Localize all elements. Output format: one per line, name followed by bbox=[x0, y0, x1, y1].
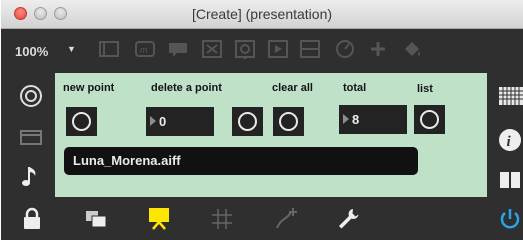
total-value: 8 bbox=[352, 112, 360, 127]
zoom-level[interactable]: 100% bbox=[15, 44, 48, 59]
bottom-toolbar bbox=[1, 197, 523, 240]
total-label: total bbox=[343, 82, 367, 94]
paint-bucket-icon[interactable] bbox=[401, 39, 423, 59]
message-box-icon[interactable]: m bbox=[134, 39, 156, 59]
dial-icon[interactable] bbox=[334, 39, 356, 59]
windows-icon[interactable] bbox=[83, 206, 109, 232]
number-arrow-icon bbox=[343, 114, 349, 124]
music-note-icon[interactable] bbox=[18, 163, 44, 189]
layout-icon[interactable] bbox=[18, 124, 44, 150]
grid-icon[interactable] bbox=[497, 83, 523, 109]
clear-all-label: clear all bbox=[272, 82, 313, 94]
new-point-button[interactable] bbox=[66, 107, 97, 136]
svg-text:m: m bbox=[140, 45, 148, 55]
clear-all-button[interactable] bbox=[273, 107, 304, 136]
button-icon[interactable] bbox=[234, 39, 256, 59]
delete-point-number[interactable]: 0 bbox=[146, 107, 214, 136]
delete-point-value: 0 bbox=[159, 114, 167, 129]
list-button[interactable] bbox=[414, 105, 445, 134]
add-icon[interactable] bbox=[367, 39, 389, 59]
columns-icon[interactable] bbox=[497, 167, 523, 193]
wrench-icon[interactable] bbox=[335, 206, 361, 232]
number-arrow-icon bbox=[150, 116, 156, 126]
presentation-mode-icon[interactable] bbox=[146, 205, 172, 231]
toolbar: 100% ▼ m bbox=[1, 29, 523, 73]
patch-cord-icon[interactable] bbox=[273, 206, 299, 232]
grid-toggle-icon[interactable] bbox=[209, 206, 235, 232]
target-icon[interactable] bbox=[18, 83, 44, 109]
filename-message-box[interactable]: Luna_Morena.aiff bbox=[64, 147, 418, 175]
zoom-dropdown-icon[interactable]: ▼ bbox=[67, 44, 76, 54]
power-icon[interactable] bbox=[497, 206, 523, 232]
delete-point-button[interactable] bbox=[232, 107, 263, 136]
new-object-icon[interactable] bbox=[98, 39, 120, 59]
title-bar: [Create] (presentation) bbox=[1, 0, 523, 29]
list-label: list bbox=[417, 83, 433, 95]
new-point-label: new point bbox=[63, 82, 115, 94]
slider-icon[interactable] bbox=[299, 39, 321, 59]
comment-icon[interactable] bbox=[167, 39, 189, 59]
presentation-canvas: new point delete a point clear all total… bbox=[55, 73, 487, 197]
window-title: [Create] (presentation) bbox=[191, 6, 333, 22]
play-icon[interactable] bbox=[267, 39, 289, 59]
info-icon[interactable]: i bbox=[497, 127, 523, 153]
lock-icon[interactable] bbox=[19, 206, 45, 232]
toggle-icon[interactable] bbox=[201, 39, 223, 59]
delete-point-label: delete a point bbox=[151, 82, 222, 94]
max-patcher-window: [Create] (presentation) 100% ▼ m i new p… bbox=[1, 0, 523, 240]
total-number[interactable]: 8 bbox=[339, 105, 407, 134]
filename-text: Luna_Morena.aiff bbox=[73, 153, 181, 168]
